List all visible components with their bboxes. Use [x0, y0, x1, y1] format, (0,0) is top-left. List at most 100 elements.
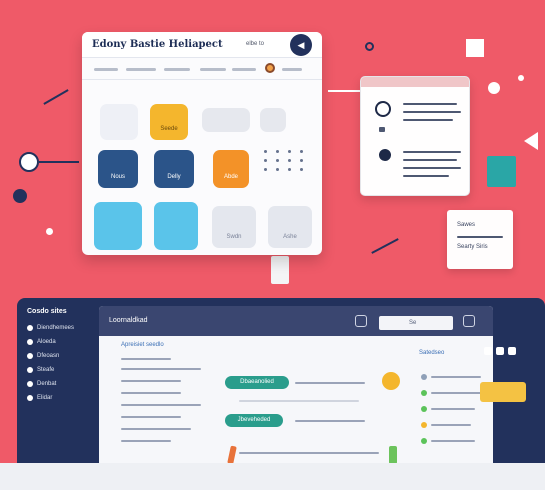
list-item[interactable] [421, 406, 475, 412]
status-dot [421, 438, 427, 444]
deco-dot [488, 82, 500, 94]
note-title: Sawes [457, 222, 476, 228]
action-pill[interactable]: Jbeveheded [225, 414, 283, 427]
deco-dot [13, 189, 27, 203]
deco-dot [46, 228, 53, 235]
row-line [121, 358, 171, 360]
tile-label: Delly [167, 174, 181, 180]
sidebar-item[interactable]: Diendhemees [27, 321, 85, 335]
row-line [121, 392, 181, 394]
info-line [403, 167, 461, 169]
gear-icon [27, 395, 33, 401]
laptop-base [0, 463, 545, 490]
refresh-icon[interactable] [355, 315, 367, 327]
dashboard-main: Loornaldkad Se Apreisiet seedlo Dbaeanol… [99, 306, 493, 463]
app-tile-ashe[interactable]: Ashe [268, 206, 312, 248]
teal-block [487, 156, 516, 187]
header-link[interactable]: elbe to [246, 41, 264, 47]
user-icon [27, 367, 33, 373]
toolbar-item[interactable] [164, 68, 190, 71]
app-tile[interactable] [154, 202, 198, 250]
profile-icon [379, 149, 391, 161]
window-header: Edony Bastie Heliapect elbe to ◀ [82, 32, 322, 58]
panel-title: Satedseo [419, 350, 445, 356]
bell-icon[interactable] [463, 315, 475, 327]
info-line [403, 119, 453, 121]
toolbar-item[interactable] [232, 68, 256, 71]
deco-square [466, 39, 484, 57]
profile-icon [375, 101, 391, 117]
app-tile-swdn[interactable]: Swdn [212, 206, 256, 248]
status-dot [421, 406, 427, 412]
row-line [121, 368, 201, 370]
sidebar-item[interactable]: Aloeda [27, 335, 85, 349]
info-line [403, 111, 461, 113]
toolbar-item[interactable] [282, 68, 302, 71]
sidebar: Cosdo sites Diendhemees Aloeda Dfeoasn S… [27, 308, 85, 405]
row-line [121, 404, 201, 406]
settings-icon[interactable] [496, 347, 504, 355]
action-pill[interactable]: Dbaeanolied [225, 376, 289, 389]
search-input[interactable]: Se [379, 316, 453, 330]
tile-label: Ashe [283, 234, 297, 240]
tile-label: Swdn [226, 234, 242, 240]
list-item[interactable] [421, 422, 471, 428]
deco-triangle [524, 132, 538, 150]
toolbar-item[interactable] [126, 68, 156, 71]
toolbar-item[interactable] [94, 68, 118, 71]
info-line [403, 159, 457, 161]
list-item[interactable] [421, 438, 475, 444]
sidebar-item-label: Diendhemees [37, 325, 75, 331]
toolbar-item[interactable] [200, 68, 226, 71]
sidebar-item-label: Denbat [37, 381, 57, 387]
status-badge [227, 445, 237, 463]
app-tile-delly[interactable]: Delly [154, 150, 194, 188]
row-line [121, 428, 191, 430]
app-tile[interactable] [260, 108, 286, 132]
app-tile[interactable] [94, 202, 142, 250]
laptop-frame: Cosdo sites Diendhemees Aloeda Dfeoasn S… [17, 298, 545, 463]
deco-dot [518, 75, 524, 81]
dot-grid-icon[interactable] [264, 150, 306, 171]
row-line [239, 452, 379, 454]
user-menu-button[interactable]: ◀ [290, 34, 312, 56]
app-tile[interactable] [202, 108, 250, 132]
sidebar-item[interactable]: Steafe [27, 363, 85, 377]
sidebar-item[interactable]: Denbat [27, 377, 85, 391]
sidebar-item-label: Aloeda [37, 339, 56, 345]
app-tile-nous[interactable]: Nous [98, 150, 138, 188]
sidebar-item[interactable]: Elidar [27, 391, 85, 405]
row-line [239, 400, 359, 402]
deco-ring [365, 42, 374, 51]
list-item[interactable] [421, 374, 481, 380]
deco-squiggle [43, 89, 69, 105]
deco-connector [328, 90, 360, 92]
status-dot [421, 422, 427, 428]
info-line [403, 175, 449, 177]
row-line [295, 382, 365, 384]
app-tile-abde[interactable]: Abde [213, 150, 249, 188]
deco-squiggle [371, 238, 399, 254]
status-dot [421, 374, 427, 380]
grid-icon[interactable] [508, 347, 516, 355]
row-line [121, 380, 181, 382]
row-line [295, 420, 365, 422]
sidebar-item[interactable]: Dfeoasn [27, 349, 85, 363]
user-icon[interactable] [484, 347, 492, 355]
avatar[interactable] [265, 63, 275, 73]
sidebar-title: Cosdo sites [27, 308, 67, 315]
info-line [379, 127, 385, 132]
row-line [121, 440, 171, 442]
app-tile[interactable] [100, 104, 138, 140]
yellow-widget[interactable] [480, 382, 526, 402]
row-line [121, 416, 181, 418]
sidebar-item-label: Elidar [37, 395, 53, 401]
status-badge [382, 372, 400, 390]
app-tile-seede[interactable]: Seede [150, 104, 188, 140]
dashboard-header: Loornaldkad Se [99, 306, 493, 336]
home-icon [27, 325, 33, 331]
list-item[interactable] [421, 390, 481, 396]
folder-icon [27, 353, 33, 359]
tile-label: Nous [110, 174, 125, 180]
chart-icon [27, 339, 33, 345]
